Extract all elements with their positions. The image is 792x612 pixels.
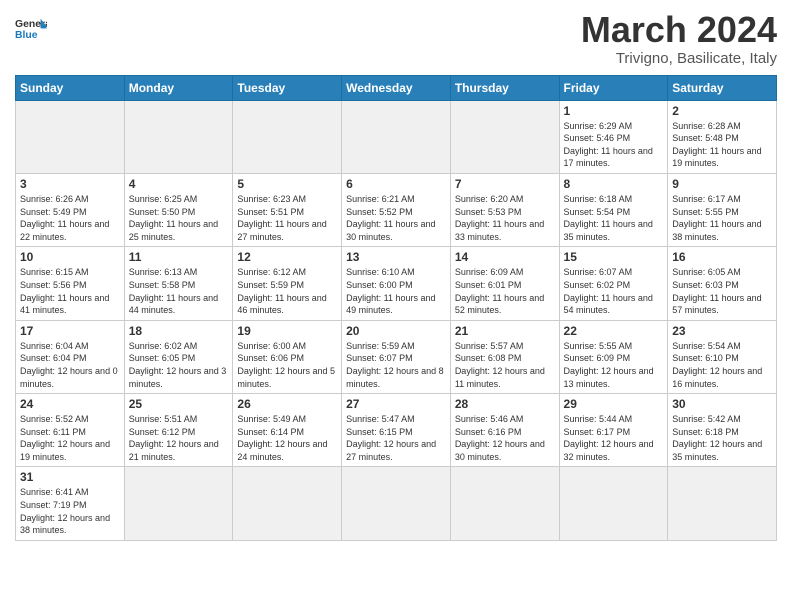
day-6: 6 Sunrise: 6:21 AMSunset: 5:52 PMDayligh… [342,173,451,246]
day-1: 1 Sunrise: 6:29 AM Sunset: 5:46 PM Dayli… [559,100,668,173]
day-16: 16 Sunrise: 6:05 AMSunset: 6:03 PMDaylig… [668,247,777,320]
empty-cell [342,467,451,540]
header-saturday: Saturday [668,75,777,100]
location-subtitle: Trivigno, Basilicate, Italy [581,50,777,67]
week-row-1: 1 Sunrise: 6:29 AM Sunset: 5:46 PM Dayli… [16,100,777,173]
week-row-6: 31 Sunrise: 6:41 AMSunset: 7:19 PMDaylig… [16,467,777,540]
day-13: 13 Sunrise: 6:10 AMSunset: 6:00 PMDaylig… [342,247,451,320]
header-thursday: Thursday [450,75,559,100]
day-7: 7 Sunrise: 6:20 AMSunset: 5:53 PMDayligh… [450,173,559,246]
page: General Blue March 2024 Trivigno, Basili… [0,0,792,612]
day-8: 8 Sunrise: 6:18 AMSunset: 5:54 PMDayligh… [559,173,668,246]
header-tuesday: Tuesday [233,75,342,100]
empty-cell [124,467,233,540]
day-2: 2 Sunrise: 6:28 AM Sunset: 5:48 PM Dayli… [668,100,777,173]
day-21: 21 Sunrise: 5:57 AMSunset: 6:08 PMDaylig… [450,320,559,393]
week-row-5: 24 Sunrise: 5:52 AMSunset: 6:11 PMDaylig… [16,394,777,467]
month-title: March 2024 [581,10,777,50]
calendar: Sunday Monday Tuesday Wednesday Thursday… [15,75,777,541]
day-18: 18 Sunrise: 6:02 AMSunset: 6:05 PMDaylig… [124,320,233,393]
day-25: 25 Sunrise: 5:51 AMSunset: 6:12 PMDaylig… [124,394,233,467]
empty-cell [233,100,342,173]
header-wednesday: Wednesday [342,75,451,100]
day-27: 27 Sunrise: 5:47 AMSunset: 6:15 PMDaylig… [342,394,451,467]
day-15: 15 Sunrise: 6:07 AMSunset: 6:02 PMDaylig… [559,247,668,320]
empty-cell [342,100,451,173]
empty-cell [559,467,668,540]
day-28: 28 Sunrise: 5:46 AMSunset: 6:16 PMDaylig… [450,394,559,467]
day-1-sunrise: Sunrise: 6:29 AM [564,121,633,131]
day-23: 23 Sunrise: 5:54 AMSunset: 6:10 PMDaylig… [668,320,777,393]
day-5: 5 Sunrise: 6:23 AMSunset: 5:51 PMDayligh… [233,173,342,246]
header-sunday: Sunday [16,75,125,100]
svg-text:Blue: Blue [15,30,38,41]
week-row-4: 17 Sunrise: 6:04 AMSunset: 6:04 PMDaylig… [16,320,777,393]
day-1-sunset: Sunset: 5:46 PM [564,133,631,143]
empty-cell [668,467,777,540]
day-10: 10 Sunrise: 6:15 AMSunset: 5:56 PMDaylig… [16,247,125,320]
day-19: 19 Sunrise: 6:00 AMSunset: 6:06 PMDaylig… [233,320,342,393]
day-24: 24 Sunrise: 5:52 AMSunset: 6:11 PMDaylig… [16,394,125,467]
empty-cell [450,467,559,540]
day-9: 9 Sunrise: 6:17 AMSunset: 5:55 PMDayligh… [668,173,777,246]
weekday-header-row: Sunday Monday Tuesday Wednesday Thursday… [16,75,777,100]
week-row-2: 3 Sunrise: 6:26 AMSunset: 5:49 PMDayligh… [16,173,777,246]
empty-cell [124,100,233,173]
day-3: 3 Sunrise: 6:26 AMSunset: 5:49 PMDayligh… [16,173,125,246]
empty-cell [16,100,125,173]
logo-icon: General Blue [15,14,47,46]
empty-cell [233,467,342,540]
empty-cell [450,100,559,173]
day-17: 17 Sunrise: 6:04 AMSunset: 6:04 PMDaylig… [16,320,125,393]
header-monday: Monday [124,75,233,100]
day-4: 4 Sunrise: 6:25 AMSunset: 5:50 PMDayligh… [124,173,233,246]
day-12: 12 Sunrise: 6:12 AMSunset: 5:59 PMDaylig… [233,247,342,320]
week-row-3: 10 Sunrise: 6:15 AMSunset: 5:56 PMDaylig… [16,247,777,320]
day-22: 22 Sunrise: 5:55 AMSunset: 6:09 PMDaylig… [559,320,668,393]
day-29: 29 Sunrise: 5:44 AMSunset: 6:17 PMDaylig… [559,394,668,467]
day-1-daylight: Daylight: 11 hours and 17 minutes. [564,146,653,169]
logo: General Blue [15,14,47,46]
day-11: 11 Sunrise: 6:13 AMSunset: 5:58 PMDaylig… [124,247,233,320]
day-14: 14 Sunrise: 6:09 AMSunset: 6:01 PMDaylig… [450,247,559,320]
header-friday: Friday [559,75,668,100]
day-26: 26 Sunrise: 5:49 AMSunset: 6:14 PMDaylig… [233,394,342,467]
day-30: 30 Sunrise: 5:42 AMSunset: 6:18 PMDaylig… [668,394,777,467]
header-area: General Blue March 2024 Trivigno, Basili… [15,10,777,67]
title-area: March 2024 Trivigno, Basilicate, Italy [581,10,777,67]
day-20: 20 Sunrise: 5:59 AMSunset: 6:07 PMDaylig… [342,320,451,393]
day-31: 31 Sunrise: 6:41 AMSunset: 7:19 PMDaylig… [16,467,125,540]
